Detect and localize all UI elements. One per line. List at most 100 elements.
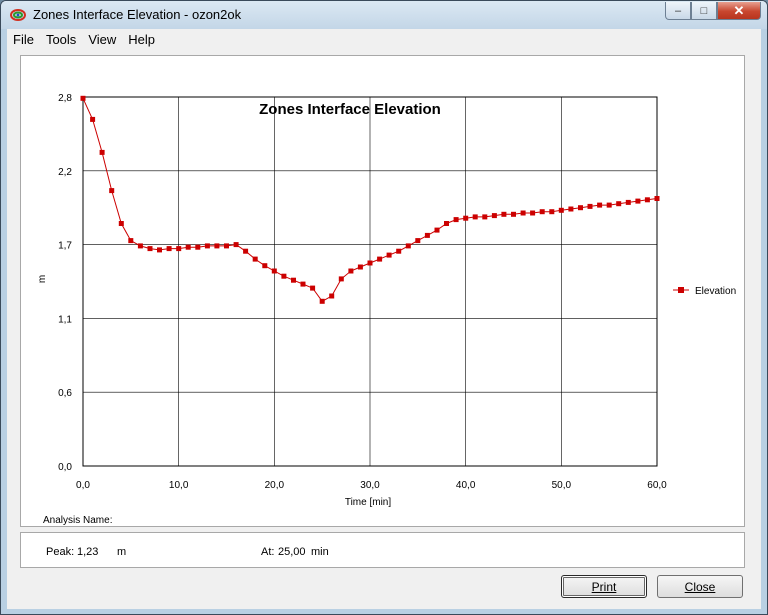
data-point	[405, 243, 411, 249]
data-point	[166, 246, 172, 252]
data-point	[491, 213, 497, 219]
data-point	[482, 214, 488, 220]
x-tick-label: 0,0	[76, 480, 90, 491]
maximize-button[interactable]: □	[691, 2, 717, 20]
data-point	[118, 221, 124, 226]
data-point	[511, 211, 516, 217]
data-point	[214, 243, 220, 249]
data-point	[233, 242, 239, 248]
menu-tools[interactable]: Tools	[40, 32, 82, 47]
menu-bar: File Tools View Help	[7, 29, 761, 49]
data-point	[434, 227, 440, 233]
data-point	[137, 243, 143, 249]
data-point	[424, 232, 430, 238]
data-point	[204, 243, 210, 249]
legend-marker	[678, 287, 684, 293]
data-point	[597, 202, 603, 208]
main-window: Zones Interface Elevation - ozon2ok – □ …	[0, 0, 768, 615]
data-point	[520, 210, 526, 216]
y-axis-ticks: 0,0 0,6 1,1 1,7 2,2 2,8	[58, 93, 72, 473]
peak-label: Peak:	[46, 546, 75, 558]
close-button[interactable]: Close	[657, 575, 743, 598]
data-point	[300, 281, 306, 287]
menu-file[interactable]: File	[7, 32, 40, 47]
data-point	[625, 199, 631, 205]
y-tick-label: 0,0	[58, 462, 72, 473]
x-tick-label: 30,0	[360, 480, 380, 491]
y-tick-label: 1,7	[58, 241, 72, 252]
data-point	[80, 95, 86, 101]
close-window-button[interactable]: ✕	[717, 2, 761, 20]
y-axis-label: m	[37, 275, 48, 283]
close-button-label: Close	[684, 579, 716, 594]
data-point	[616, 201, 622, 207]
data-point	[501, 211, 507, 217]
data-point	[195, 244, 201, 250]
data-point	[377, 256, 383, 262]
title-bar[interactable]: Zones Interface Elevation - ozon2ok – □ …	[1, 1, 767, 29]
menu-help[interactable]: Help	[122, 32, 161, 47]
data-point	[90, 116, 96, 122]
data-point	[367, 260, 373, 266]
x-tick-label: 50,0	[552, 480, 572, 491]
data-point	[310, 285, 316, 291]
data-point	[654, 196, 660, 201]
peak-unit: m	[117, 546, 127, 558]
at-value: 25,00	[278, 546, 306, 558]
data-point	[271, 268, 277, 274]
x-axis-label: Time [min]	[345, 497, 392, 508]
data-point	[338, 276, 344, 282]
print-button[interactable]: Print	[561, 575, 647, 598]
x-tick-label: 60,0	[647, 480, 667, 491]
data-point	[606, 202, 612, 208]
data-point	[386, 252, 392, 258]
y-tick-label: 2,2	[58, 167, 72, 178]
data-point	[128, 238, 134, 244]
client-area: Zones Interface Elevation 0,0 0,6 1,1 1,7 2,…	[7, 49, 761, 609]
data-point	[357, 264, 363, 270]
data-point	[348, 268, 354, 274]
legend: Elevation	[673, 286, 736, 297]
window-controls: – □ ✕	[665, 2, 761, 21]
legend-label-elevation: Elevation	[695, 286, 736, 297]
data-point	[415, 238, 421, 244]
data-point	[587, 203, 593, 209]
data-point	[549, 209, 555, 215]
print-button-label: Print	[591, 579, 617, 594]
x-axis-ticks: 0,0 10,0 20,0 30,0 40,0 50,0 60,0	[76, 480, 667, 491]
data-point	[329, 293, 335, 299]
peak-value: 1,23	[77, 546, 99, 558]
data-point	[530, 210, 536, 216]
data-point	[262, 263, 268, 269]
peak-info-panel: Peak: 1,23 m At: 25,00 min	[20, 532, 745, 568]
data-point	[568, 206, 574, 212]
data-point	[578, 205, 583, 211]
data-point	[243, 248, 249, 254]
data-point	[472, 214, 478, 220]
menu-view[interactable]: View	[82, 32, 122, 47]
x-tick-label: 10,0	[169, 480, 189, 491]
data-point	[463, 215, 469, 221]
elevation-chart: Zones Interface Elevation 0,0 0,6 1,1 1,7 2,…	[37, 93, 736, 526]
data-point	[109, 188, 115, 194]
data-point	[157, 247, 162, 253]
y-tick-label: 0,6	[58, 388, 72, 399]
minimize-button[interactable]: –	[665, 2, 691, 20]
data-point	[539, 209, 545, 215]
data-point	[396, 248, 402, 254]
data-point	[444, 221, 449, 226]
at-label: At:	[261, 546, 275, 558]
at-unit: min	[311, 546, 329, 558]
data-point	[635, 198, 641, 204]
data-point	[99, 149, 105, 155]
data-point	[558, 207, 564, 213]
data-point	[252, 256, 258, 262]
data-point	[319, 298, 325, 304]
chart-title: Zones Interface Elevation	[259, 101, 441, 118]
y-tick-label: 1,1	[58, 314, 72, 325]
data-point	[224, 243, 229, 249]
data-point	[453, 217, 459, 223]
data-point	[291, 277, 296, 283]
chart-grid	[82, 96, 658, 467]
data-point	[644, 197, 650, 203]
